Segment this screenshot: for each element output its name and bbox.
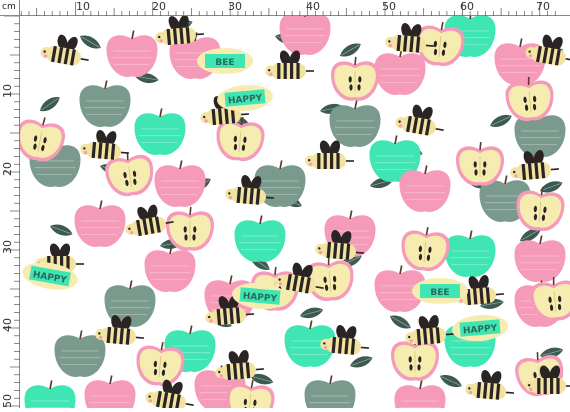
- apple-icon: [513, 234, 567, 283]
- apple-icon: [78, 79, 132, 128]
- ruler-left-label: 10: [1, 84, 14, 98]
- ruler-unit-label: cm: [2, 2, 16, 12]
- ruler-left-label: 30: [1, 240, 14, 254]
- apple-icon: [133, 107, 187, 156]
- ruler-top-label: 70: [536, 0, 550, 13]
- ruler-top-label: 10: [76, 0, 90, 13]
- apple-icon: [233, 214, 287, 263]
- apple-icon: [443, 229, 497, 278]
- apple-icon: [143, 244, 197, 293]
- ruler-top-label: 40: [306, 0, 320, 13]
- ruler-top-ticks: [20, 2, 556, 16]
- ruler-top-label: 50: [382, 0, 396, 13]
- ruler-top-label: 60: [460, 0, 474, 13]
- happy-tag-text: BEE: [215, 58, 234, 68]
- apple-icon: [328, 99, 382, 148]
- ruler-left-ticks: [4, 15, 20, 407]
- apple-icon: [73, 199, 127, 248]
- happy-tag: BEE: [412, 278, 468, 304]
- ruler-top: 10 20 30 40 50 60 70: [20, 0, 570, 16]
- apple-half-icon: [455, 141, 505, 187]
- ruler-left-label: 50: [1, 394, 14, 408]
- apple-icon: [373, 47, 427, 96]
- ruler-corner: cm: [0, 0, 20, 16]
- happy-tag-text: BEE: [430, 288, 449, 298]
- ruler-left-label: 40: [1, 318, 14, 332]
- happy-tag: BEE: [197, 48, 253, 74]
- fabric-swatch: HAPPY HAPPY HAPPY HAPPY BEE BEE: [20, 16, 570, 408]
- apple-icon: [105, 29, 159, 78]
- ruler-top-label: 20: [152, 0, 166, 13]
- fabric-pattern: HAPPYHAPPYHAPPYHAPPYBEEBEE: [20, 16, 570, 408]
- ruler-left-label: 20: [1, 162, 14, 176]
- ruler-left: 10 20 30 40 50: [0, 15, 20, 408]
- ruler-top-label: 30: [228, 0, 242, 13]
- apple-icon: [398, 164, 452, 213]
- apple-half-icon: [165, 206, 215, 252]
- apple-half-icon: [330, 56, 380, 102]
- apple-icon: [153, 159, 207, 208]
